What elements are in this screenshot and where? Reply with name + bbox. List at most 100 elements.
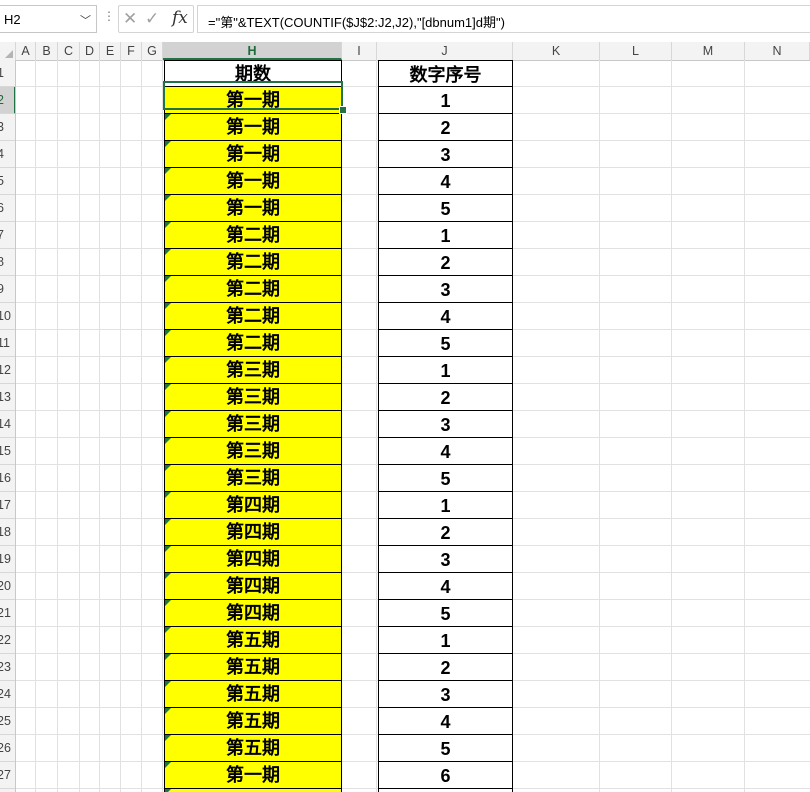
period-cell[interactable]: 第五期 <box>164 681 342 708</box>
number-cell[interactable]: 5 <box>378 195 513 222</box>
row-header-11[interactable]: 11 <box>0 330 15 357</box>
number-cell[interactable]: 2 <box>378 654 513 681</box>
row-header-24[interactable]: 24 <box>0 681 15 708</box>
row-header-13[interactable]: 13 <box>0 384 15 411</box>
period-cell[interactable]: 第一期 <box>164 762 342 789</box>
number-cell[interactable]: 4 <box>378 438 513 465</box>
number-cell[interactable]: 1 <box>378 87 513 114</box>
row-header-22[interactable]: 22 <box>0 627 15 654</box>
row-header-15[interactable]: 15 <box>0 438 15 465</box>
formula-input[interactable]: ="第"&TEXT(COUNTIF($J$2:J2,J2),"[dbnum1]d… <box>197 5 810 33</box>
row-header-8[interactable]: 8 <box>0 249 15 276</box>
number-cell[interactable]: 4 <box>378 168 513 195</box>
period-cell[interactable]: 第四期 <box>164 600 342 627</box>
period-cell[interactable]: 第五期 <box>164 735 342 762</box>
number-cell[interactable]: 5 <box>378 735 513 762</box>
column-header-M[interactable]: M <box>672 42 745 60</box>
chevron-down-icon[interactable]: ﹀ <box>80 12 91 28</box>
number-cell[interactable]: 4 <box>378 303 513 330</box>
column-header-J[interactable]: J <box>377 42 513 60</box>
row-header-21[interactable]: 21 <box>0 600 15 627</box>
number-cell[interactable]: 1 <box>378 627 513 654</box>
column-header-G[interactable]: G <box>142 42 163 60</box>
period-cell[interactable]: 第四期 <box>164 546 342 573</box>
period-cell[interactable]: 第五期 <box>164 627 342 654</box>
number-cell[interactable]: 1 <box>378 357 513 384</box>
period-cell[interactable]: 第五期 <box>164 708 342 735</box>
period-cell[interactable]: 第二期 <box>164 330 342 357</box>
row-header-18[interactable]: 18 <box>0 519 15 546</box>
number-cell[interactable]: 1 <box>378 222 513 249</box>
row-header-4[interactable]: 4 <box>0 141 15 168</box>
row-header-17[interactable]: 17 <box>0 492 15 519</box>
column-header-E[interactable]: E <box>100 42 121 60</box>
period-cell[interactable]: 第三期 <box>164 465 342 492</box>
period-cell[interactable]: 第二期 <box>164 303 342 330</box>
row-header-5[interactable]: 5 <box>0 168 15 195</box>
number-cell[interactable]: 3 <box>378 141 513 168</box>
row-header-14[interactable]: 14 <box>0 411 15 438</box>
insert-function-icon[interactable]: fx <box>172 8 188 28</box>
row-header-25[interactable]: 25 <box>0 708 15 735</box>
row-header-9[interactable]: 9 <box>0 276 15 303</box>
column-header-I[interactable]: I <box>342 42 377 60</box>
period-cell[interactable]: 第三期 <box>164 384 342 411</box>
row-header-7[interactable]: 7 <box>0 222 15 249</box>
fill-handle[interactable] <box>339 106 347 114</box>
number-cell[interactable]: 4 <box>378 708 513 735</box>
number-cell[interactable]: 6 <box>378 762 513 789</box>
column-header-B[interactable]: B <box>36 42 58 60</box>
number-cell[interactable]: 2 <box>378 384 513 411</box>
period-cell[interactable]: 第一期 <box>164 195 342 222</box>
row-header-27[interactable]: 27 <box>0 762 15 789</box>
period-cell[interactable]: 第一期 <box>164 87 342 114</box>
number-cell[interactable]: 4 <box>378 573 513 600</box>
period-cell[interactable]: 第一期 <box>164 141 342 168</box>
period-cell[interactable]: 第三期 <box>164 411 342 438</box>
cancel-icon[interactable]: ✕ <box>123 9 137 29</box>
more-options-icon[interactable]: ⋮ <box>103 9 115 23</box>
row-header-6[interactable]: 6 <box>0 195 15 222</box>
name-box[interactable]: H2 ﹀ <box>0 5 97 33</box>
row-header-2[interactable]: 2 <box>0 87 15 114</box>
period-cell[interactable]: 第三期 <box>164 357 342 384</box>
row-header-12[interactable]: 12 <box>0 357 15 384</box>
row-header-26[interactable]: 26 <box>0 735 15 762</box>
period-cell[interactable]: 第四期 <box>164 519 342 546</box>
row-header-23[interactable]: 23 <box>0 654 15 681</box>
number-cell[interactable]: 2 <box>378 519 513 546</box>
header-cell-number[interactable]: 数字序号 <box>378 60 513 87</box>
column-header-D[interactable]: D <box>80 42 100 60</box>
row-header-1[interactable]: 1 <box>0 60 15 87</box>
number-cell[interactable]: 2 <box>378 249 513 276</box>
period-cell[interactable]: 第一期 <box>164 168 342 195</box>
column-header-C[interactable]: C <box>58 42 80 60</box>
period-cell[interactable]: 第四期 <box>164 492 342 519</box>
row-header-10[interactable]: 10 <box>0 303 15 330</box>
period-cell[interactable]: 第三期 <box>164 438 342 465</box>
period-cell[interactable]: 第二期 <box>164 276 342 303</box>
number-cell[interactable]: 3 <box>378 411 513 438</box>
period-cell[interactable]: 第二期 <box>164 249 342 276</box>
header-cell-period[interactable]: 期数 <box>164 60 342 87</box>
number-cell[interactable]: 5 <box>378 465 513 492</box>
number-cell[interactable]: 3 <box>378 276 513 303</box>
period-cell[interactable]: 第一期 <box>164 114 342 141</box>
column-header-A[interactable]: A <box>16 42 36 60</box>
row-header-3[interactable]: 3 <box>0 114 15 141</box>
period-cell[interactable]: 第四期 <box>164 573 342 600</box>
column-header-F[interactable]: F <box>121 42 142 60</box>
column-header-L[interactable]: L <box>600 42 672 60</box>
row-header-20[interactable]: 20 <box>0 573 15 600</box>
row-header-16[interactable]: 16 <box>0 465 15 492</box>
period-cell[interactable]: 第五期 <box>164 654 342 681</box>
number-cell[interactable]: 1 <box>378 492 513 519</box>
select-all-button[interactable] <box>0 42 16 60</box>
number-cell[interactable]: 2 <box>378 114 513 141</box>
number-cell[interactable]: 5 <box>378 330 513 357</box>
column-header-H[interactable]: H <box>163 42 342 60</box>
worksheet-grid[interactable]: 期数 数字序号第一期 1 第一期 2 第一期 3 第一期 4 第一期 5 第二期 1 第二期 2 第二期 3 第二… <box>16 60 810 792</box>
enter-icon[interactable]: ✓ <box>145 9 159 29</box>
column-header-N[interactable]: N <box>745 42 810 60</box>
period-cell[interactable]: 第二期 <box>164 222 342 249</box>
